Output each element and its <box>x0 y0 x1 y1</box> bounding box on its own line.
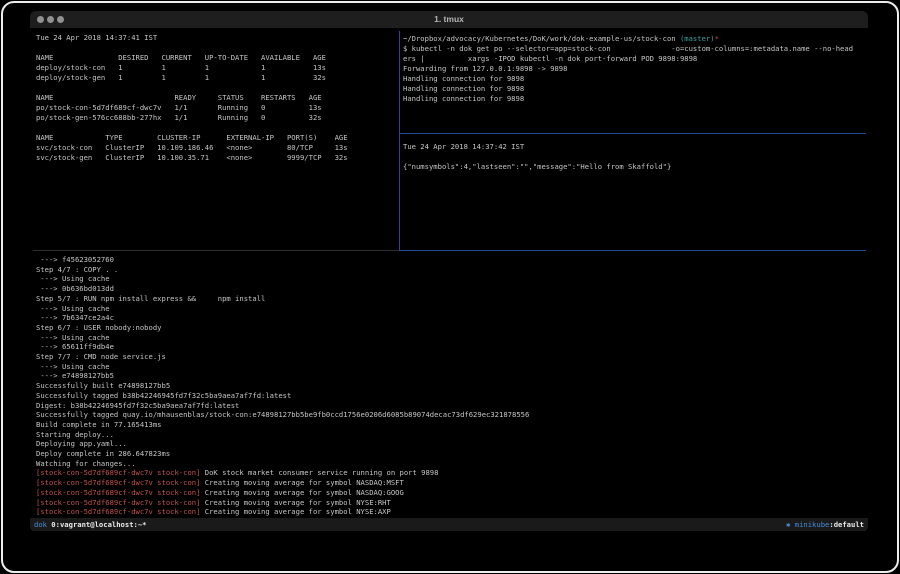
pane-border-vertical[interactable] <box>399 31 400 250</box>
window-titlebar[interactable]: 1. tmux <box>30 11 868 28</box>
terminal-window: 1. tmux Tue 24 Apr 2018 14:37:41 IST NAM… <box>30 11 868 532</box>
terminal-line: Tue 24 Apr 2018 14:37:41 IST <box>36 33 396 43</box>
terminal-line: Handling connection for 9898 <box>403 94 865 104</box>
terminal-text-segment: minikube <box>795 520 830 529</box>
terminal-line: ---> e74898127bb5 <box>36 371 864 381</box>
terminal-line: [stock-con-5d7df689cf-dwc7v stock-con] C… <box>36 478 864 488</box>
terminal-line: po/stock-gen-576cc688bb-277hx 1/1 Runnin… <box>36 113 396 123</box>
terminal-text-segment: DoK stock market consumer service runnin… <box>200 468 438 477</box>
terminal-text-segment: :default <box>829 520 864 529</box>
terminal-line: Successfully tagged quay.io/mhausenblas/… <box>36 410 864 420</box>
terminal-line: [stock-con-5d7df689cf-dwc7v stock-con] D… <box>36 468 864 478</box>
terminal-text-segment: Creating moving average for symbol NASDA… <box>200 488 403 497</box>
pane-kubectl-watch[interactable]: Tue 24 Apr 2018 14:37:41 IST NAME DESIRE… <box>36 33 396 247</box>
terminal-text-segment: Creating moving average for symbol NYSE:… <box>200 507 390 516</box>
tmux-status-bar: dok 0:vagrant@localhost:~* ✱ minikube:de… <box>30 518 868 531</box>
terminal-line: ---> 0b636bd013dd <box>36 284 864 294</box>
terminal-text-segment: Creating moving average for symbol NYSE:… <box>200 498 390 507</box>
tmux-session: Tue 24 Apr 2018 14:37:41 IST NAME DESIRE… <box>30 28 868 532</box>
terminal-line: Deploying app.yaml... <box>36 439 864 449</box>
terminal-line: Successfully built e74898127bb5 <box>36 381 864 391</box>
pane-border-horizontal-right-top[interactable] <box>399 133 866 134</box>
terminal-line: ---> Using cache <box>36 362 864 372</box>
terminal-line: Successfully tagged b38b42246945fd7f32c5… <box>36 391 864 401</box>
terminal-line: ~/Dropbox/advocacy/Kubernetes/DoK/work/d… <box>403 34 865 44</box>
terminal-line: NAME DESIRED CURRENT UP-TO-DATE AVAILABL… <box>36 53 396 63</box>
terminal-text-segment: 0:vagrant@localhost:~* <box>47 520 147 529</box>
terminal-line: [stock-con-5d7df689cf-dwc7v stock-con] C… <box>36 498 864 508</box>
terminal-text-segment: [stock-con-5d7df689cf-dwc7v stock-con] <box>36 468 200 477</box>
terminal-line: Digest: b38b42246945fd7f32c5ba9aea7af7fd… <box>36 401 864 411</box>
terminal-line: ---> 65611ff9db4e <box>36 342 864 352</box>
terminal-line: [stock-con-5d7df689cf-dwc7v stock-con] C… <box>36 507 864 517</box>
terminal-text-segment: [stock-con-5d7df689cf-dwc7v stock-con] <box>36 498 200 507</box>
terminal-line: dok 0:vagrant@localhost:~* <box>34 518 147 531</box>
terminal-line: deploy/stock-gen 1 1 1 1 32s <box>36 73 396 83</box>
terminal-line: Step 6/7 : USER nobody:nobody <box>36 323 864 333</box>
terminal-line <box>36 43 396 53</box>
terminal-line: Deploy complete in 286.647823ms <box>36 449 864 459</box>
terminal-text-segment: Creating moving average for symbol NASDA… <box>200 478 403 487</box>
terminal-line: Step 4/7 : COPY . . <box>36 265 864 275</box>
terminal-text-segment: [stock-con-5d7df689cf-dwc7v stock-con] <box>36 478 200 487</box>
terminal-line <box>36 123 396 133</box>
pane-port-forward[interactable]: ~/Dropbox/advocacy/Kubernetes/DoK/work/d… <box>403 34 865 131</box>
zoom-button[interactable] <box>57 16 64 23</box>
terminal-text-segment: dok <box>34 520 47 529</box>
terminal-line: svc/stock-gen ClusterIP 10.100.35.71 <no… <box>36 153 396 163</box>
terminal-line: Tue 24 Apr 2018 14:37:42 IST <box>403 142 865 152</box>
pane-curl-watch[interactable]: Tue 24 Apr 2018 14:37:42 IST {"numsymbol… <box>403 142 865 247</box>
terminal-line <box>403 152 865 162</box>
status-kube-context: ✱ minikube:default <box>786 518 864 531</box>
pane-border-horizontal-right-bottom[interactable] <box>399 250 866 251</box>
terminal-line: Step 7/7 : CMD node service.js <box>36 352 864 362</box>
close-button[interactable] <box>37 16 44 23</box>
pane-border-horizontal-left[interactable] <box>33 250 399 251</box>
terminal-text-segment: ~/Dropbox/advocacy/Kubernetes/DoK/work/d… <box>403 34 680 43</box>
terminal-line: ers | xargs -IPOD kubectl -n dok port-fo… <box>403 54 865 64</box>
terminal-text-segment: (master) <box>680 34 715 43</box>
terminal-line: deploy/stock-con 1 1 1 1 13s <box>36 63 396 73</box>
terminal-line: Step 5/7 : RUN npm install express && np… <box>36 294 864 304</box>
pane-skaffold-log[interactable]: ---> f45623052760Step 4/7 : COPY . . ---… <box>36 255 864 517</box>
terminal-line: po/stock-con-5d7df689cf-dwc7v 1/1 Runnin… <box>36 103 396 113</box>
terminal-line: [stock-con-5d7df689cf-dwc7v stock-con] C… <box>36 488 864 498</box>
terminal-line: Handling connection for 9898 <box>403 74 865 84</box>
minimize-button[interactable] <box>47 16 54 23</box>
terminal-line: NAME READY STATUS RESTARTS AGE <box>36 93 396 103</box>
terminal-line: Build complete in 77.165413ms <box>36 420 864 430</box>
terminal-text-segment: ✱ <box>786 520 795 529</box>
terminal-line: ---> 7b6347ce2a4c <box>36 313 864 323</box>
terminal-text-segment: [stock-con-5d7df689cf-dwc7v stock-con] <box>36 488 200 497</box>
terminal-line: Handling connection for 9898 <box>403 84 865 94</box>
terminal-text-segment: [stock-con-5d7df689cf-dwc7v stock-con] <box>36 507 200 516</box>
terminal-line <box>36 83 396 93</box>
window-controls <box>37 16 64 23</box>
terminal-text-segment: * <box>715 34 719 43</box>
terminal-line: ---> Using cache <box>36 304 864 314</box>
terminal-line: Starting deploy... <box>36 430 864 440</box>
terminal-line: ---> Using cache <box>36 274 864 284</box>
terminal-line: $ kubectl -n dok get po --selector=app=s… <box>403 44 865 54</box>
window-title: 1. tmux <box>30 11 868 28</box>
terminal-line: ✱ minikube:default <box>786 518 864 531</box>
terminal-line: svc/stock-con ClusterIP 10.109.186.46 <n… <box>36 143 396 153</box>
terminal-line: NAME TYPE CLUSTER-IP EXTERNAL-IP PORT(S)… <box>36 133 396 143</box>
terminal-line: Watching for changes... <box>36 459 864 469</box>
terminal-line: Forwarding from 127.0.0.1:9898 -> 9898 <box>403 64 865 74</box>
terminal-line: ---> f45623052760 <box>36 255 864 265</box>
status-session-window[interactable]: dok 0:vagrant@localhost:~* <box>34 518 147 531</box>
terminal-line: {"numsymbols":4,"lastseen":"","message":… <box>403 162 865 172</box>
terminal-line: ---> Using cache <box>36 333 864 343</box>
